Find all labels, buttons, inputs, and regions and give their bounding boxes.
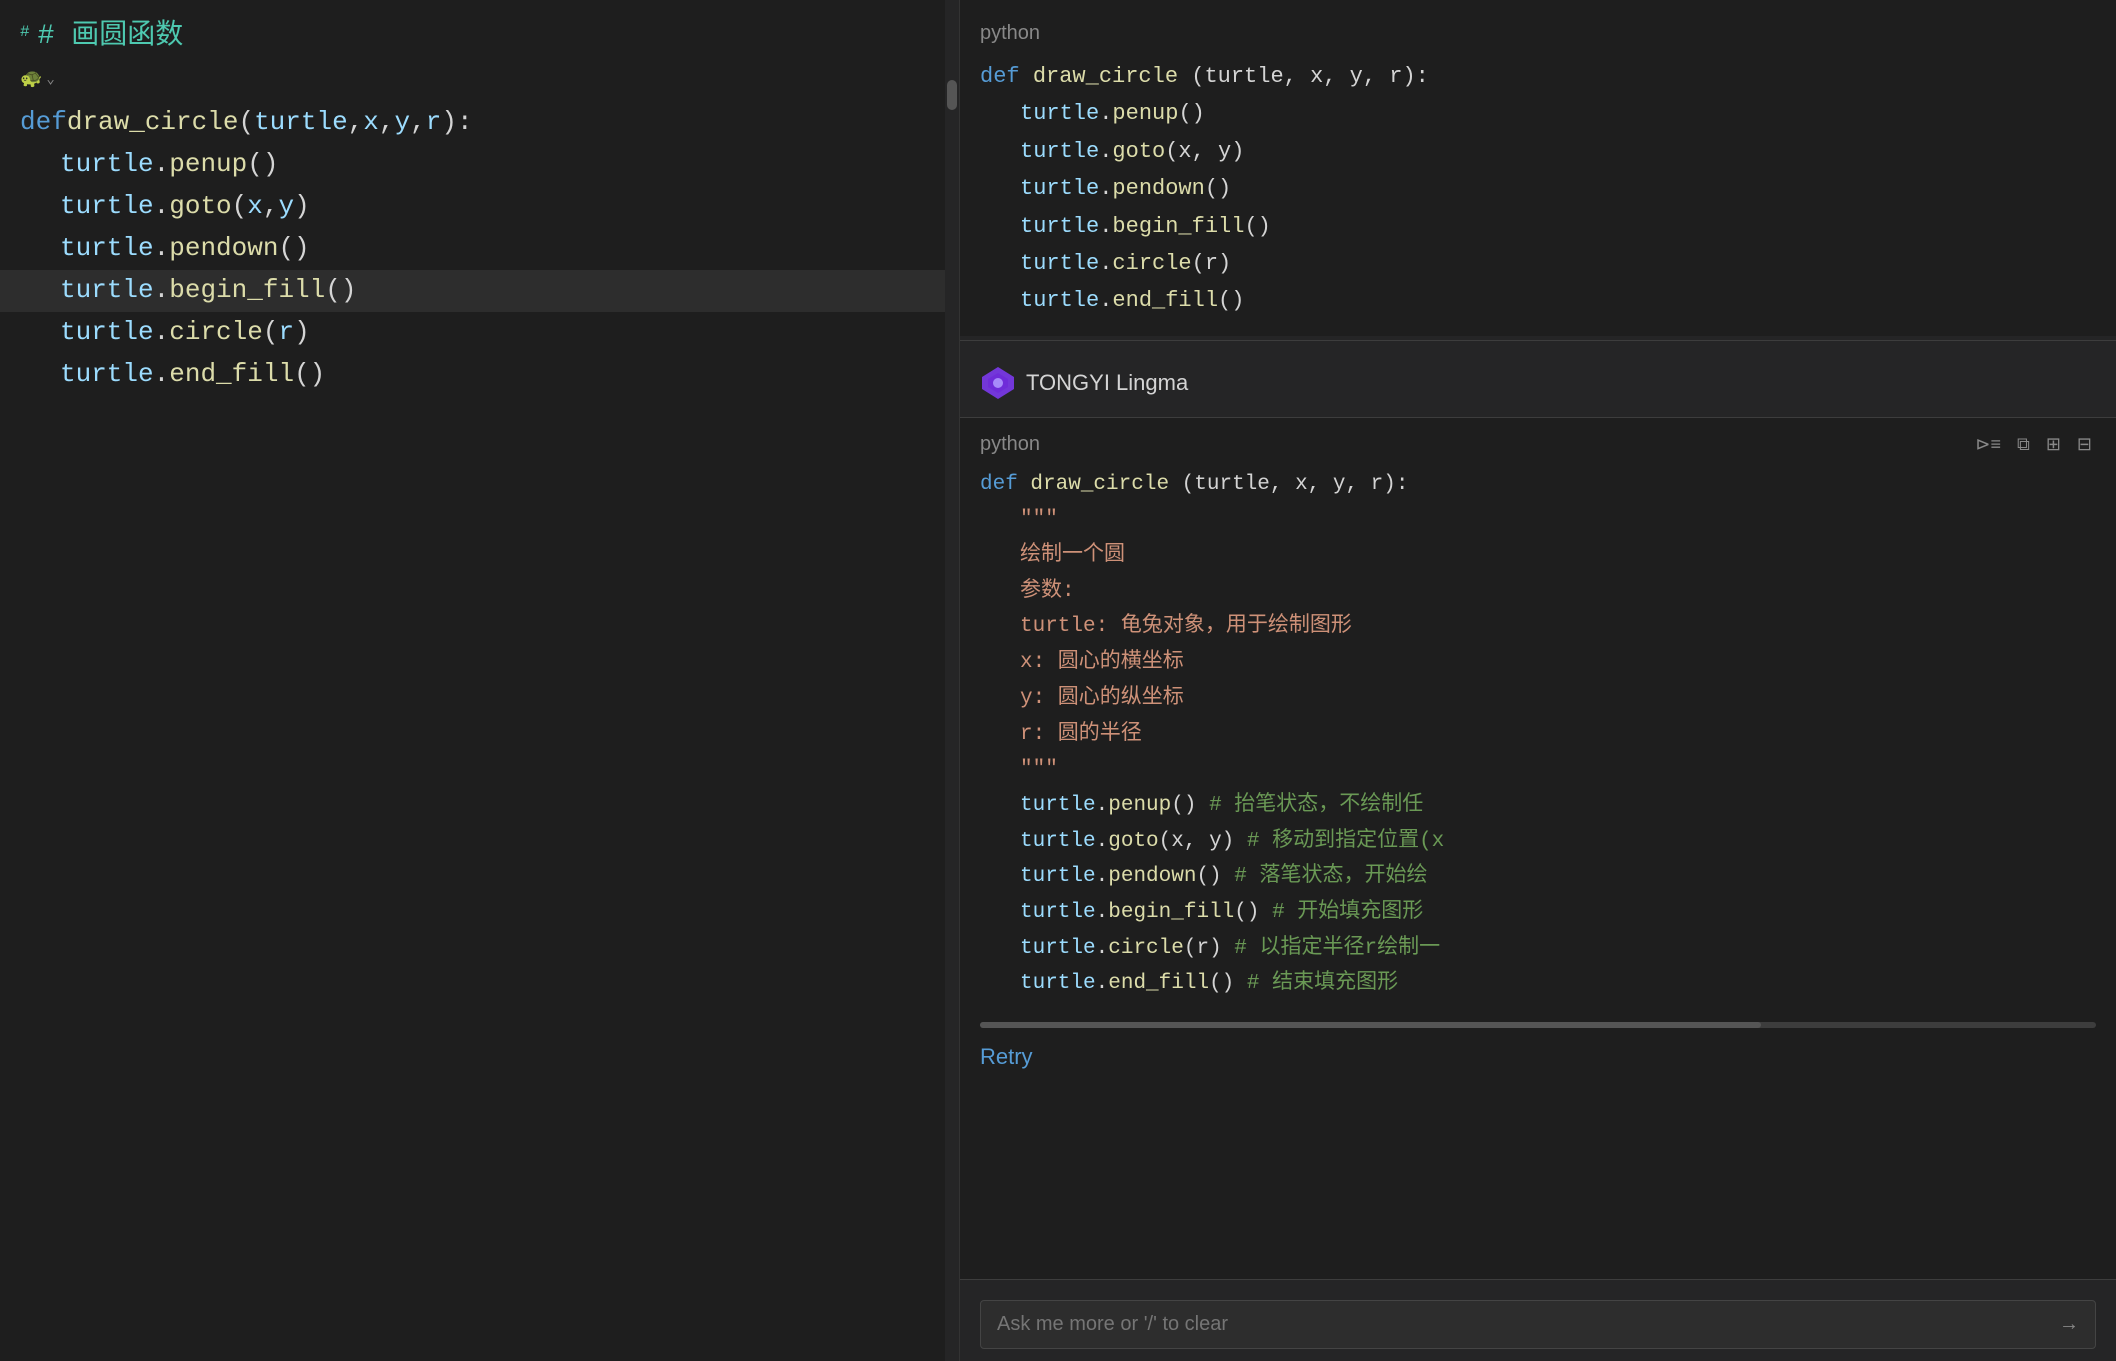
breadcrumb: 🐢 ⌄ <box>0 64 959 94</box>
run-button[interactable]: ⊳≡ <box>1971 430 2005 459</box>
ai-top-code-line-5: turtle.begin_fill() <box>980 208 2096 245</box>
retry-section: Retry <box>980 1028 2096 1086</box>
divider-1 <box>960 340 2116 341</box>
ai-response-lang: python <box>980 433 1040 456</box>
copy-button[interactable]: ⧉ <box>2013 430 2034 459</box>
code-line-5: turtle . begin_fill () <box>0 270 959 312</box>
code-line-4: turtle . pendown () <box>0 228 959 270</box>
resp-line-13: turtle.begin_fill() # 开始填充图形 <box>980 895 2096 931</box>
ai-input-field[interactable] <box>997 1313 2059 1336</box>
editor-panel: # # 画圆函数 🐢 ⌄ def draw_circle ( turtle , … <box>0 0 960 1361</box>
code-area: def draw_circle ( turtle , x , y , r ): … <box>0 94 959 404</box>
ai-response-code: def draw_circle (turtle, x, y, r): """ 绘… <box>980 467 2096 1002</box>
ai-response-section[interactable]: python ⊳≡ ⧉ ⊞ ⊟ def draw_circle (turtle,… <box>960 418 2116 1279</box>
retry-button[interactable]: Retry <box>980 1040 1033 1074</box>
code-line-6: turtle . circle ( r ) <box>0 312 959 354</box>
ai-top-code-line-7: turtle.end_fill() <box>980 282 2096 319</box>
ai-top-code-line-6: turtle.circle(r) <box>980 245 2096 282</box>
ai-top-code-section: python def draw_circle (turtle, x, y, r)… <box>960 0 2116 336</box>
resp-line-15: turtle.end_fill() # 结束填充图形 <box>980 966 2096 1002</box>
fn-name: draw_circle <box>67 102 239 144</box>
ai-input-area[interactable]: → <box>980 1300 2096 1349</box>
ai-top-code-line-2: turtle.penup() <box>980 95 2096 132</box>
resp-line-9: """ <box>980 752 2096 788</box>
resp-line-1: def draw_circle (turtle, x, y, r): <box>980 467 2096 503</box>
ai-panel: python def draw_circle (turtle, x, y, r)… <box>960 0 2116 1361</box>
code-line-2: turtle . penup () <box>0 144 959 186</box>
code-line-3: turtle . goto ( x , y ) <box>0 186 959 228</box>
resp-line-2: """ <box>980 502 2096 538</box>
ai-top-code-line-4: turtle.pendown() <box>980 170 2096 207</box>
editor-header: # # 画圆函数 <box>0 0 959 64</box>
ai-send-button[interactable]: → <box>2059 1313 2079 1336</box>
ai-header: TONGYI Lingma <box>960 345 2116 418</box>
resp-line-4: 参数: <box>980 574 2096 610</box>
ai-top-code-line-1: def draw_circle (turtle, x, y, r): <box>980 58 2096 95</box>
resp-line-7: y: 圆心的纵坐标 <box>980 681 2096 717</box>
code-line-7: turtle . end_fill () <box>0 354 959 396</box>
resp-line-3: 绘制一个圆 <box>980 538 2096 574</box>
tongyi-logo <box>980 365 1016 401</box>
ai-top-lang: python <box>980 16 2096 50</box>
breadcrumb-icon: 🐢 <box>20 68 42 90</box>
resp-line-12: turtle.pendown() # 落笔状态，开始绘 <box>980 859 2096 895</box>
resp-line-14: turtle.circle(r) # 以指定半径r绘制一 <box>980 931 2096 967</box>
editor-scrollbar[interactable] <box>945 0 959 1361</box>
resp-line-11: turtle.goto(x, y) # 移动到指定位置(x <box>980 824 2096 860</box>
resp-line-5: turtle: 龟兔对象，用于绘制图形 <box>980 609 2096 645</box>
resp-line-8: r: 圆的半径 <box>980 717 2096 753</box>
ai-bottom: → <box>960 1279 2116 1361</box>
resp-line-10: turtle.penup() # 抬笔状态，不绘制任 <box>980 788 2096 824</box>
keyword-def: def <box>20 102 67 144</box>
file-button[interactable]: ⊟ <box>2073 430 2096 459</box>
code-line-1: def draw_circle ( turtle , x , y , r ): <box>0 102 959 144</box>
ai-top-code-line-3: turtle.goto(x, y) <box>980 133 2096 170</box>
editor-title: # 画圆函数 <box>38 12 184 52</box>
scrollbar-thumb <box>947 80 957 110</box>
ai-response-header: python ⊳≡ ⧉ ⊞ ⊟ <box>980 418 2096 467</box>
ai-response-actions: ⊳≡ ⧉ ⊞ ⊟ <box>1971 430 2096 459</box>
hash-symbol: # <box>20 23 30 41</box>
breadcrumb-dropdown[interactable]: ⌄ <box>46 71 54 88</box>
resp-line-6: x: 圆心的横坐标 <box>980 645 2096 681</box>
ai-title: TONGYI Lingma <box>1026 370 1188 396</box>
add-button[interactable]: ⊞ <box>2042 430 2065 459</box>
